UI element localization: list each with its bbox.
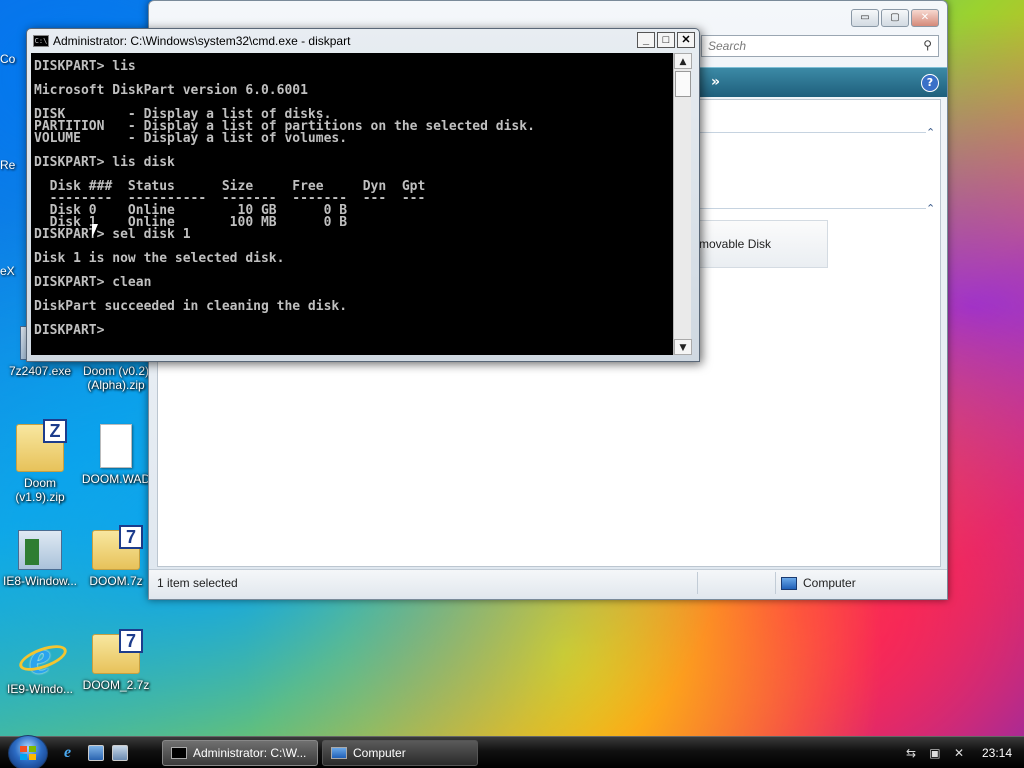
removable-disk-tile[interactable]: movable Disk [678,220,828,268]
console-line: Disk 1 is now the selected disk. [34,251,285,266]
computer-icon [781,576,797,590]
taskbar-button-cmd[interactable]: Administrator: C:\W... [162,740,318,766]
mouse-cursor-icon [92,224,98,238]
scroll-up-arrow-icon[interactable]: ▲ [674,53,692,69]
status-divider [775,572,776,594]
group-divider [698,132,926,133]
zip-badge-icon: Z [43,419,67,443]
status-location-text: Computer [803,576,856,590]
minimize-button[interactable]: ▭ [851,9,879,27]
cmd-app-icon [171,747,187,759]
clock[interactable]: 23:14 [982,746,1012,760]
start-button[interactable] [8,735,48,768]
help-icon[interactable]: ? [921,74,939,92]
console-line: DISKPART> lis disk [34,155,175,170]
scroll-down-arrow-icon[interactable]: ▼ [674,339,692,355]
desktop-icon-doom-v19-zip[interactable]: Z Doom (v1.9).zip [0,419,80,504]
maximize-button[interactable]: ▢ [881,9,909,27]
desktop-icon-recycle-bin-label[interactable]: Re [0,158,26,172]
close-button[interactable]: ✕ [911,9,939,27]
desktop-icon-label: DOOM.WAD [81,472,151,486]
7z-badge-icon: 7 [119,525,143,549]
status-bar: 1 item selected Computer [149,569,947,597]
desktop-icon-label: DOOM.7z [89,574,143,588]
search-icon[interactable]: ⚲ [923,38,932,52]
system-tray: ⇆ ▣ ✕ 23:14 [904,737,1024,768]
taskbar: e Administrator: C:\W... Computer ⇆ ▣ ✕ … [0,735,1024,768]
search-input[interactable]: Search ⚲ [701,35,939,57]
internet-explorer-icon: e [16,634,64,682]
minimize-button[interactable]: _ [637,32,655,48]
desktop-icon-label: IE8-Window... [2,574,78,588]
desktop-icon-partial-label[interactable]: eX [0,264,26,278]
maximize-button[interactable]: □ [657,32,675,48]
cmd-window-title: Administrator: C:\Windows\system32\cmd.e… [53,34,351,48]
status-selection-text: 1 item selected [157,576,238,590]
console-output[interactable]: DISKPART> lis Microsoft DiskPart version… [31,53,673,355]
cmd-title-bar[interactable]: C:\ Administrator: C:\Windows\system32\c… [31,31,695,51]
volume-muted-icon[interactable]: ✕ [952,746,966,760]
console-line: DISKPART> [34,323,105,338]
desktop-icon-ie8-setup[interactable]: IE8-Window... [0,530,80,588]
explorer-caption-buttons: ▭ ▢ ✕ [851,9,939,27]
devices-icon[interactable]: ▣ [928,746,942,760]
console-line: VOLUME - Display a list of volumes. [34,131,348,146]
internet-explorer-icon[interactable]: e [64,745,80,761]
show-desktop-icon[interactable] [88,745,104,761]
collapse-group-chevron-icon[interactable]: ⌃ [926,202,935,215]
computer-icon [331,747,347,759]
desktop-icon-label: Doom (v1.9).zip [15,476,65,504]
taskbar-button-label: Computer [353,746,406,760]
console-line: DISKPART> lis [34,59,136,74]
desktop-icon-doom-2-7z[interactable]: 7 DOOM_2.7z [76,629,156,692]
desktop-icon-doom-7z[interactable]: 7 DOOM.7z [76,525,156,588]
desktop-icon-label: DOOM_2.7z [82,678,150,692]
network-icon[interactable]: ⇆ [904,746,918,760]
taskbar-button-label: Administrator: C:\W... [193,746,307,760]
console-line: DISKPART> sel disk 1 [34,227,191,242]
console-line: DiskPart succeeded in cleaning the disk. [34,299,348,314]
close-button[interactable]: ✕ [677,32,695,48]
status-divider [697,572,698,594]
vertical-scrollbar[interactable]: ▲ ▼ [673,53,692,355]
status-location: Computer [781,576,856,590]
installer-icon [18,530,62,570]
7z-folder-icon: 7 [92,629,143,674]
scroll-thumb[interactable] [675,71,691,97]
desktop-icon-ie9-setup[interactable]: e IE9-Windo... [0,634,80,697]
7z-badge-icon: 7 [119,629,143,653]
7z-folder-icon: 7 [92,525,143,570]
search-placeholder: Search [708,39,747,53]
console-line: DISKPART> clean [34,275,152,290]
desktop-icon-label: Doom (v0.2) (Alpha).zip [82,364,150,392]
collapse-group-chevron-icon[interactable]: ⌃ [926,126,935,139]
switch-windows-icon[interactable] [112,745,128,761]
group-divider [698,208,926,209]
cmd-app-icon: C:\ [33,35,49,47]
desktop-icon-computer-label[interactable]: Co [0,52,26,66]
taskbar-button-computer[interactable]: Computer [322,740,478,766]
cmd-caption-buttons: _ □ ✕ [637,32,695,48]
quick-launch: e [64,745,128,761]
zip-folder-icon: Z [16,419,67,472]
console-line: Microsoft DiskPart version 6.0.6001 [34,83,308,98]
file-icon [100,424,132,468]
desktop-icon-label: IE9-Windo... [6,682,74,696]
desktop-icon-label: 7z2407.exe [8,364,72,378]
more-commands-chevron-icon[interactable]: » [711,74,720,90]
desktop-icon-doom-wad[interactable]: DOOM.WAD [76,424,156,486]
cmd-window: C:\ Administrator: C:\Windows\system32\c… [26,28,700,362]
